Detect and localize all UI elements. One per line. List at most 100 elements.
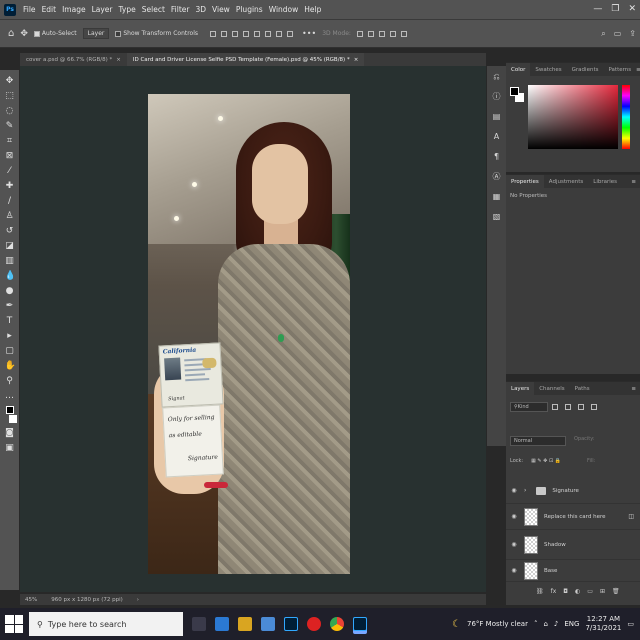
filter-shape-icon[interactable] [591, 404, 597, 410]
lasso-tool-icon[interactable]: ◌ [5, 106, 15, 116]
search-icon[interactable]: ⌕ [601, 29, 605, 39]
weather-text[interactable]: 76°F Mostly clear [467, 620, 528, 628]
new-group-icon[interactable]: ▭ [587, 588, 593, 595]
tray-chevron-icon[interactable]: ˄ [534, 620, 538, 628]
foreground-color-swatch[interactable] [5, 406, 14, 414]
menu-3d[interactable]: 3D [192, 5, 209, 14]
quick-select-tool-icon[interactable]: ✎ [5, 121, 15, 131]
marquee-tool-icon[interactable]: ⬚ [5, 91, 15, 101]
language-indicator[interactable]: ENG [564, 620, 579, 628]
menu-file[interactable]: File [20, 5, 39, 14]
path-select-tool-icon[interactable]: ▸ [5, 331, 15, 341]
align-center-icon[interactable] [221, 30, 228, 37]
restore-button[interactable]: ❐ [611, 4, 619, 14]
menu-type[interactable]: Type [116, 5, 139, 14]
layer-row[interactable]: ◉ Base [506, 560, 640, 582]
task-view-icon[interactable] [192, 617, 206, 631]
menu-image[interactable]: Image [59, 5, 89, 14]
panel-menu-icon[interactable]: ≡ [631, 179, 636, 185]
lock-icons[interactable]: ▦ ✎ ✥ ⊡ 🔒 [531, 458, 561, 464]
panel-menu-icon[interactable]: ≡ [631, 386, 636, 392]
pen-tool-icon[interactable]: ✒ [5, 301, 15, 311]
visibility-eye-icon[interactable]: ◉ [510, 567, 518, 574]
layer-name[interactable]: Shadow [544, 542, 566, 548]
home-icon[interactable]: ⌂ [8, 28, 14, 39]
photoshop-active-icon[interactable] [353, 617, 367, 631]
panel-menu-icon[interactable]: ≡ [636, 67, 640, 73]
mail-icon[interactable] [261, 617, 275, 631]
screen-mode-icon[interactable]: ▣ [5, 443, 15, 453]
eraser-tool-icon[interactable]: ◪ [5, 241, 15, 251]
auto-select-option[interactable]: Auto-Select [33, 30, 77, 37]
notification-icon[interactable]: ▭ [627, 620, 634, 628]
new-layer-icon[interactable]: ⊞ [600, 588, 605, 595]
tab-properties[interactable]: Properties [506, 175, 544, 188]
crop-tool-icon[interactable]: ⌗ [5, 136, 15, 146]
link-layers-icon[interactable]: ⛓ [536, 588, 544, 595]
foreground-color-chip[interactable] [510, 87, 519, 96]
edit-toolbar-icon[interactable]: … [5, 391, 15, 401]
history-brush-tool-icon[interactable]: ↺ [5, 226, 15, 236]
distribute-vertical-icon[interactable] [287, 30, 294, 37]
volume-icon[interactable]: ♪ [554, 620, 558, 628]
healing-tool-icon[interactable]: ✚ [5, 181, 15, 191]
align-right-icon[interactable] [232, 30, 239, 37]
filter-pixel-icon[interactable] [552, 404, 558, 410]
move-tool-icon[interactable]: ✥ [20, 29, 28, 39]
canvas-area[interactable]: California Signat Only for selling as ed… [20, 66, 486, 592]
tab-color[interactable]: Color [506, 63, 531, 76]
dodge-tool-icon[interactable]: ● [5, 286, 15, 296]
media-player-icon[interactable] [307, 617, 321, 631]
align-bottom-icon[interactable] [265, 30, 272, 37]
clock[interactable]: 12:27 AM 7/31/2021 [585, 615, 621, 633]
close-tab-icon[interactable]: × [354, 57, 359, 63]
file-explorer-icon[interactable] [238, 617, 252, 631]
hand-tool-icon[interactable]: ✋ [5, 361, 16, 371]
tab-id-card-template[interactable]: ID Card and Driver License Selfie PSD Te… [126, 53, 365, 66]
tab-channels[interactable]: Channels [534, 382, 569, 395]
layer-name[interactable]: Signature [552, 488, 579, 494]
rectangle-tool-icon[interactable]: ▢ [5, 346, 15, 356]
menu-edit[interactable]: Edit [39, 5, 60, 14]
3d-rotate-icon[interactable] [356, 30, 363, 37]
tab-layers[interactable]: Layers [506, 382, 535, 395]
share-icon[interactable]: ⇪ [629, 29, 636, 39]
libraries-panel-icon[interactable]: ▦ [492, 192, 502, 202]
tab-patterns[interactable]: Patterns [603, 63, 636, 76]
tab-swatches[interactable]: Swatches [530, 63, 566, 76]
taskbar-search-box[interactable]: ⚲ Type here to search [29, 612, 183, 636]
status-arrow-icon[interactable]: › [137, 597, 139, 603]
3d-scale-icon[interactable] [400, 30, 407, 37]
menu-select[interactable]: Select [139, 5, 168, 14]
layer-name[interactable]: Replace this card here [544, 514, 605, 520]
menu-view[interactable]: View [209, 5, 233, 14]
tab-gradients[interactable]: Gradients [567, 63, 604, 76]
background-color-swatch[interactable] [8, 415, 17, 423]
stamp-tool-icon[interactable]: ♙ [5, 211, 15, 221]
history-panel-icon[interactable]: ⎌ [492, 72, 502, 82]
layer-row[interactable]: ◉ › Signature [506, 478, 640, 504]
auto-select-checkbox[interactable] [33, 30, 40, 37]
layer-row[interactable]: ◉ Replace this card here ◫ [506, 504, 640, 530]
3d-slide-icon[interactable] [389, 30, 396, 37]
tab-cover-a[interactable]: cover a.psd @ 66.7% (RGB/8) * × [20, 53, 127, 66]
move-tool-icon[interactable]: ✥ [5, 76, 15, 86]
show-transform-option[interactable]: Show Transform Controls [115, 30, 198, 37]
glyph-panel-icon[interactable]: Ⓐ [492, 172, 502, 182]
visibility-eye-icon[interactable]: ◉ [510, 513, 518, 520]
menu-layer[interactable]: Layer [89, 5, 116, 14]
layer-name[interactable]: Base [544, 568, 557, 574]
filter-type-icon[interactable] [578, 404, 584, 410]
brush-tool-icon[interactable]: ∕ [5, 196, 15, 206]
info-panel-icon[interactable]: ⓘ [492, 92, 502, 102]
windows-start-icon[interactable] [5, 615, 23, 633]
menu-help[interactable]: Help [301, 5, 324, 14]
tab-libraries[interactable]: Libraries [588, 175, 622, 188]
quick-mask-icon[interactable]: ◙ [5, 428, 15, 438]
delete-layer-icon[interactable]: 🗑 [612, 588, 620, 595]
visibility-eye-icon[interactable]: ◉ [510, 487, 518, 494]
align-left-icon[interactable] [210, 30, 217, 37]
auto-select-target-dropdown[interactable]: Layer [82, 28, 110, 39]
photoshop-taskbar-icon[interactable] [284, 617, 298, 631]
frame-tool-icon[interactable]: ⊠ [5, 151, 15, 161]
